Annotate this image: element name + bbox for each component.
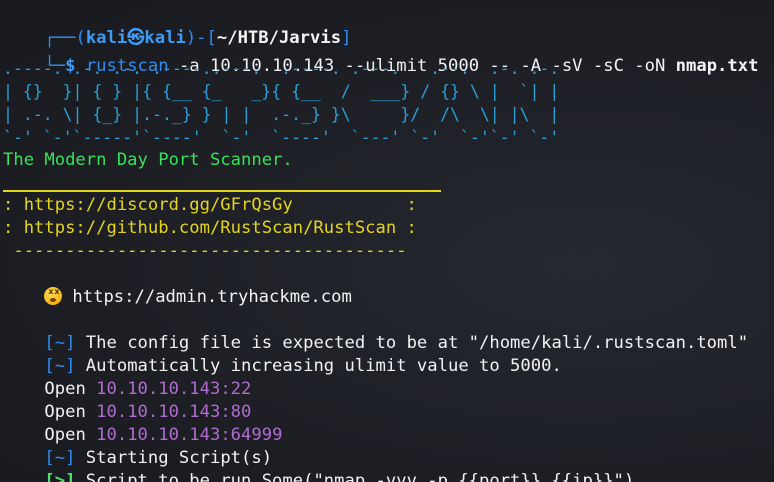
command-line[interactable]: └─$ rustscan -a 10.10.10.143 --ulimit 50… [3,32,758,76]
tryhackme-url: https://admin.tryhackme.com [72,287,352,307]
open-port-line: Open 10.10.10.143:80 [3,378,251,422]
dizzy-face-icon [44,287,63,305]
banner-line-3: | .-. \| {_} |.-._} } | | .-._} }\ }/ /\… [3,105,560,124]
discord-link-line: : https://discord.gg/GFrQsGy : [3,195,417,215]
banner-line-1: .----. .-. .-. .----..---. .----. .---. … [3,59,560,78]
banner-line-2: | {} }| { } |{ {__ {_ _}{ {__ / ___} / {… [3,82,560,101]
github-link-line: : https://github.com/RustScan/RustScan : [3,218,417,238]
tryhackme-line: https://admin.tryhackme.com [3,263,352,307]
banner-tagline: The Modern Day Port Scanner. [3,150,293,170]
script-run-line: [>] Script to be run Some("nmap -vvv -p … [3,447,634,482]
dashes-line: -------------------------------------- [3,241,407,261]
command-output-file: nmap.txt [675,56,759,76]
config-message-line: [~] The config file is expected to be at… [3,309,748,353]
ulimit-message-line: [~] Automatically increasing ulimit valu… [3,332,561,376]
banner-line-4: `-' `-'`-----'`----' `-' `----' `---' `-… [3,128,560,147]
script-run-message: Script to be run Some("nmap -vvv -p {{po… [75,471,635,482]
divider-line [3,190,441,192]
open-port-line: Open 10.10.10.143:22 [3,355,251,399]
open-port-line: Open 10.10.10.143:64999 [3,401,282,445]
prompt-line: ┌──(kali㉿kali)-[~/HTB/Jarvis] [3,4,351,48]
starting-scripts-line: [~] Starting Script(s) [3,424,272,468]
script-bracket: [>] [44,471,76,482]
terminal-window[interactable]: ┌──(kali㉿kali)-[~/HTB/Jarvis] └─$ rustsc… [0,0,774,482]
